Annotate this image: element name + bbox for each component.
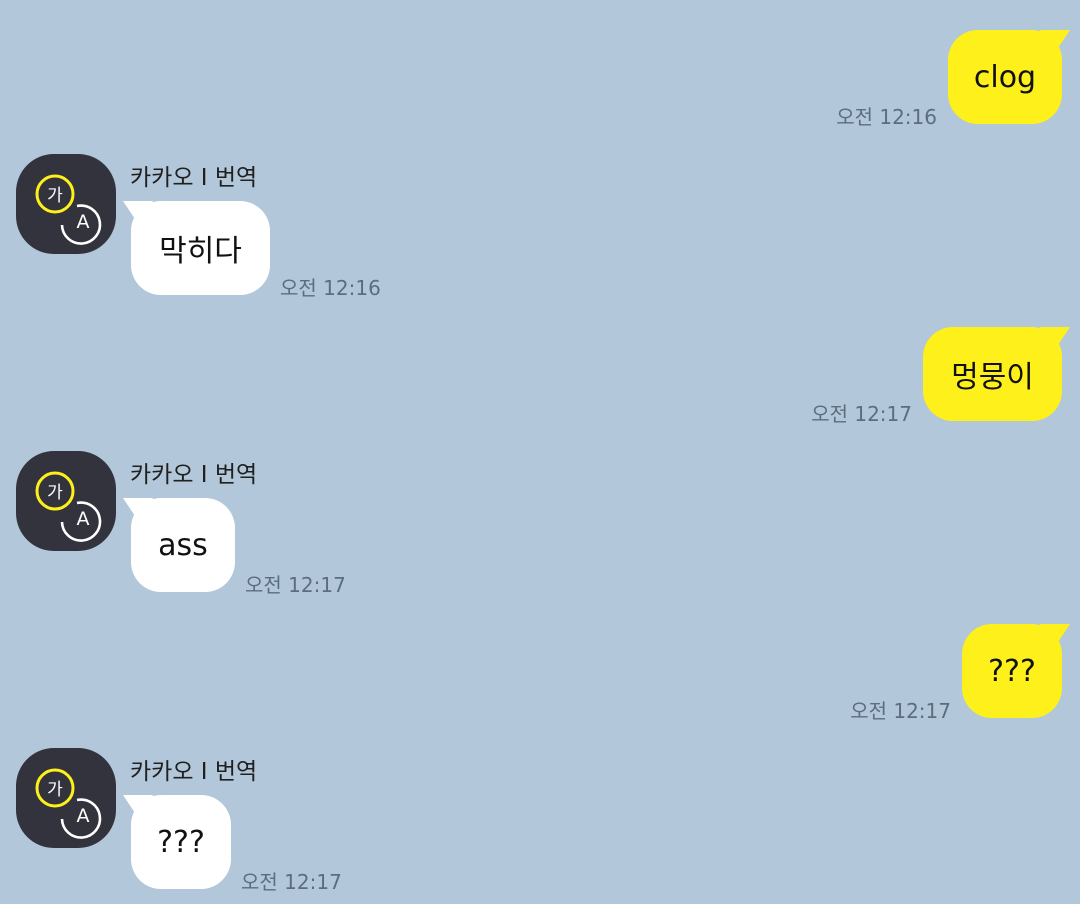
bubble-tail [1040,327,1070,351]
outgoing-bubble[interactable]: clog [948,30,1070,124]
message-timestamp: 오전 12:16 [280,276,381,300]
outgoing-bubble[interactable]: ??? [962,624,1070,718]
outgoing-bubble[interactable]: 멍뭉이 [923,327,1070,421]
incoming-bubble[interactable]: 막히다 [123,201,270,295]
message-text: ??? [157,824,205,860]
svg-text:A: A [77,508,90,530]
translator-avatar[interactable]: A 가 [16,748,116,848]
bubble-tail [1040,30,1070,54]
chat-room[interactable]: clog 오전 12:16 A 가 카카오 I 번역 막히다 오전 12:16 … [0,0,1080,904]
translator-avatar[interactable]: A 가 [16,154,116,254]
svg-text:가: 가 [47,186,63,206]
message-text: 멍뭉이 [951,360,1034,395]
message-timestamp: 오전 12:17 [850,699,951,723]
bubble-tail [1040,624,1070,648]
translator-avatar[interactable]: A 가 [16,451,116,551]
message-timestamp: 오전 12:17 [241,870,342,894]
sender-name: 카카오 I 번역 [130,165,258,191]
svg-text:A: A [77,211,90,233]
bubble-tail [123,201,153,225]
message-text: 막히다 [159,234,242,269]
sender-name: 카카오 I 번역 [130,759,258,785]
svg-text:가: 가 [47,780,63,800]
message-timestamp: 오전 12:17 [245,573,346,597]
message-text: clog [973,59,1037,95]
bubble-tail [123,498,153,522]
message-text: ??? [988,653,1036,689]
svg-text:A: A [77,805,90,827]
translate-ga-a-icon: A 가 [35,768,102,839]
message-timestamp: 오전 12:17 [811,402,912,426]
incoming-bubble[interactable]: ??? [123,795,231,889]
bubble-tail [123,795,153,819]
translate-ga-a-icon: A 가 [35,471,102,542]
translate-ga-a-icon: A 가 [35,174,102,245]
message-timestamp: 오전 12:16 [836,105,937,129]
sender-name: 카카오 I 번역 [130,462,258,488]
svg-text:가: 가 [47,483,63,503]
incoming-bubble[interactable]: ass [123,498,235,592]
message-text: ass [158,527,208,563]
